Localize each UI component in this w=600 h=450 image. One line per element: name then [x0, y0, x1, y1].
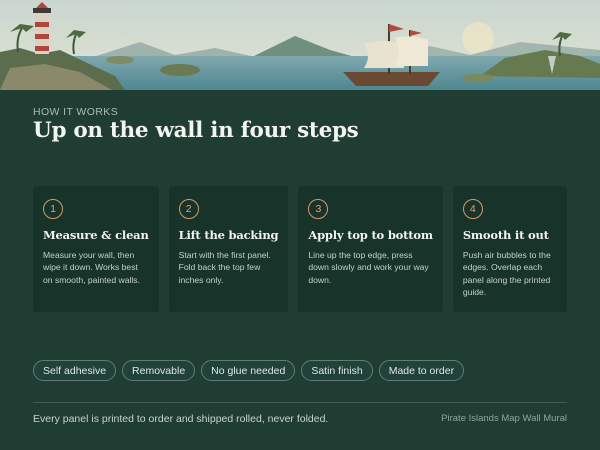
coastal-scene-image	[0, 0, 600, 90]
step-number-badge: 4	[462, 199, 483, 219]
step-title: Lift the backing	[178, 228, 279, 242]
feature-tags: Self adhesive Removable No glue needed S…	[33, 360, 465, 381]
footer-divider	[33, 402, 567, 403]
section-title: Up on the wall in four steps	[33, 118, 359, 143]
step-card-2: 2 Lift the backing Start with the first …	[168, 186, 289, 312]
product-name: Pirate Islands Map Wall Mural	[441, 413, 567, 424]
footer-note: Every panel is printed to order and ship…	[33, 413, 329, 425]
step-card-3: 3 Apply top to bottom Line up the top ed…	[298, 186, 443, 312]
step-title: Smooth it out	[462, 228, 549, 242]
feature-tag: Made to order	[378, 360, 465, 381]
section-eyebrow: HOW IT WORKS	[33, 106, 119, 118]
step-card-4: 4 Smooth it out Push air bubbles to the …	[452, 186, 567, 312]
step-title: Measure & clean	[43, 228, 149, 242]
feature-tag: Removable	[122, 360, 196, 381]
steps-grid: 1 Measure & clean Measure your wall, the…	[33, 186, 567, 312]
hero-banner-illustration	[0, 0, 600, 90]
feature-tag: Self adhesive	[33, 360, 117, 381]
step-description: Line up the top edge, press down slowly …	[308, 250, 429, 285]
step-description: Measure your wall, then wipe it down. Wo…	[43, 250, 140, 285]
step-title: Apply top to bottom	[308, 228, 433, 242]
feature-tag: No glue needed	[201, 360, 296, 381]
step-number-badge: 3	[308, 199, 329, 219]
step-description: Push air bubbles to the edges. Overlap e…	[462, 250, 551, 298]
step-number-badge: 1	[43, 199, 63, 219]
step-number-badge: 2	[178, 199, 199, 219]
step-description: Start with the first panel. Fold back th…	[178, 250, 271, 285]
feature-tag: Satin finish	[301, 360, 373, 381]
step-card-1: 1 Measure & clean Measure your wall, the…	[33, 186, 159, 312]
